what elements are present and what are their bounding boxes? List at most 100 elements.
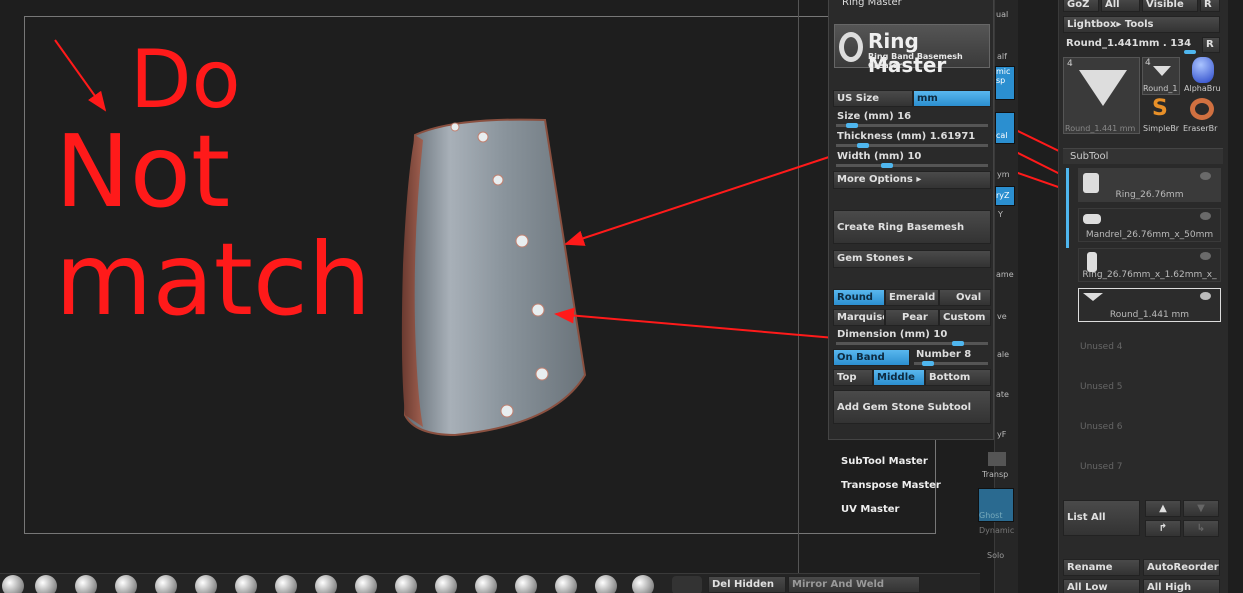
number-slider-knob[interactable]	[922, 361, 934, 366]
gem-stones-button[interactable]: Gem Stones ▸	[833, 250, 991, 268]
brush-slot[interactable]	[672, 576, 702, 593]
brush-icon[interactable]	[75, 575, 97, 593]
tool-thumb-round[interactable]: 4 Round_1.441 mm	[1063, 57, 1140, 134]
shape-emerald-button[interactable]: Emerald	[885, 289, 939, 306]
position-middle-button[interactable]: Middle	[873, 369, 925, 386]
dimension-slider-track[interactable]	[836, 341, 988, 346]
shelf-label[interactable]: ame	[996, 270, 1014, 279]
shelf-toggle[interactable]: ryZ	[995, 186, 1015, 206]
simple-brush-icon[interactable]: S	[1152, 98, 1174, 120]
position-top-button[interactable]: Top	[833, 369, 873, 386]
unused-slot[interactable]: Unused 7	[1080, 462, 1123, 472]
merge-up-button[interactable]: ↱	[1145, 520, 1181, 537]
shelf-toggle[interactable]: cal	[995, 112, 1015, 144]
dimension-slider-knob[interactable]	[952, 341, 964, 346]
brush-icon[interactable]	[2, 575, 24, 593]
add-gem-stone-button[interactable]: Add Gem Stone Subtool	[833, 390, 991, 424]
size-slider-knob[interactable]	[846, 123, 858, 128]
brush-icon[interactable]	[315, 575, 337, 593]
shape-oval-button[interactable]: Oval	[939, 289, 991, 306]
rename-button[interactable]: Rename	[1063, 559, 1140, 576]
shelf-label[interactable]: yF	[997, 430, 1006, 439]
shape-pear-button[interactable]: Pear	[885, 309, 939, 326]
thickness-slider-label[interactable]: Thickness (mm) 1.61971	[837, 131, 975, 142]
brush-icon[interactable]	[435, 575, 457, 593]
brush-icon[interactable]	[555, 575, 577, 593]
lightbox-tools-button[interactable]: Lightbox▸ Tools	[1063, 16, 1220, 33]
shelf-label[interactable]: Dynamic	[979, 526, 1014, 535]
brush-icon[interactable]	[475, 575, 497, 593]
brush-icon[interactable]	[395, 575, 417, 593]
subtool-row[interactable]: Mandrel_26.76mm_x_50mm	[1078, 208, 1221, 242]
list-all-button[interactable]: List All	[1063, 500, 1140, 536]
unused-slot[interactable]: Unused 4	[1080, 342, 1123, 352]
subtool-row[interactable]: Ring_26.76mm	[1078, 168, 1221, 202]
brush-icon[interactable]	[195, 575, 217, 593]
goz-all-button[interactable]: All	[1101, 0, 1140, 12]
dimension-slider-label[interactable]: Dimension (mm) 10	[837, 329, 947, 340]
shelf-label[interactable]: ual	[996, 10, 1008, 19]
more-options-button[interactable]: More Options ▸	[833, 171, 991, 189]
tool-panel-scroll[interactable]	[1228, 0, 1243, 593]
visibility-eye-icon[interactable]	[1200, 292, 1211, 300]
current-tool-label[interactable]: Round_1.441mm . 134	[1066, 38, 1191, 49]
width-slider-knob[interactable]	[881, 163, 893, 168]
visibility-eye-icon[interactable]	[1200, 212, 1211, 220]
width-slider-label[interactable]: Width (mm) 10	[837, 151, 921, 162]
shape-custom-button[interactable]: Custom	[939, 309, 991, 326]
shelf-label[interactable]: alf	[997, 52, 1007, 61]
del-hidden-button[interactable]: Del Hidden	[708, 576, 786, 593]
brush-icon[interactable]	[632, 575, 654, 593]
create-ring-button[interactable]: Create Ring Basemesh	[833, 210, 991, 244]
unused-slot[interactable]: Unused 5	[1080, 382, 1123, 392]
shelf-label[interactable]: ve	[997, 312, 1007, 321]
goz-r-button[interactable]: R	[1200, 0, 1220, 12]
shelf-label[interactable]: Solo	[987, 551, 1004, 560]
shelf-label[interactable]: Transp	[982, 470, 1008, 479]
merge-down-button[interactable]: ↳	[1183, 520, 1219, 537]
goz-visible-button[interactable]: Visible	[1142, 0, 1198, 12]
all-low-button[interactable]: All Low	[1063, 579, 1140, 593]
position-bottom-button[interactable]: Bottom	[925, 369, 991, 386]
tool-r-button[interactable]: R	[1202, 37, 1220, 53]
shape-marquise-button[interactable]: Marquise	[833, 309, 885, 326]
goz-button[interactable]: GoZ	[1063, 0, 1099, 12]
shelf-label[interactable]: ale	[997, 350, 1009, 359]
visibility-eye-icon[interactable]	[1200, 252, 1211, 260]
unused-slot[interactable]: Unused 6	[1080, 422, 1123, 432]
move-up-button[interactable]: ▲	[1145, 500, 1181, 517]
brush-icon[interactable]	[355, 575, 377, 593]
menu-subtool-master[interactable]: SubTool Master	[841, 456, 928, 467]
shelf-label[interactable]: ym	[997, 170, 1010, 179]
shelf-label[interactable]: ate	[996, 390, 1009, 399]
ghost-button[interactable]: Ghost	[978, 488, 1014, 522]
thickness-slider-knob[interactable]	[857, 143, 869, 148]
brush-icon[interactable]	[155, 575, 177, 593]
current-tool-slider-knob[interactable]	[1184, 50, 1196, 54]
shelf-label[interactable]: Y	[998, 210, 1003, 219]
mirror-weld-button[interactable]: Mirror And Weld	[788, 576, 920, 593]
visibility-eye-icon[interactable]	[1200, 172, 1211, 180]
brush-icon[interactable]	[595, 575, 617, 593]
menu-uv-master[interactable]: UV Master	[841, 504, 900, 515]
on-band-button[interactable]: On Band	[833, 349, 910, 366]
number-slider-track[interactable]	[914, 361, 988, 366]
brush-icon[interactable]	[275, 575, 297, 593]
brush-icon[interactable]	[35, 575, 57, 593]
mm-unit-button[interactable]: mm	[913, 90, 991, 107]
subtool-scroll-indicator[interactable]	[1066, 168, 1069, 248]
size-slider-label[interactable]: Size (mm) 16	[837, 111, 911, 122]
thickness-slider-track[interactable]	[836, 143, 988, 148]
menu-transpose-master[interactable]: Transpose Master	[841, 480, 941, 491]
width-slider-track[interactable]	[836, 163, 988, 168]
brush-icon[interactable]	[235, 575, 257, 593]
autoreorder-button[interactable]: AutoReorder	[1143, 559, 1220, 576]
size-slider-track[interactable]	[836, 123, 988, 128]
subtool-row[interactable]: Ring_26.76mm_x_1.62mm_x_	[1078, 248, 1221, 282]
us-size-button[interactable]: US Size	[833, 90, 913, 107]
eraser-brush-icon[interactable]	[1190, 98, 1214, 120]
move-down-button[interactable]: ▼	[1183, 500, 1219, 517]
subtool-row[interactable]: Round_1.441 mm	[1078, 288, 1221, 322]
alpha-brush-icon[interactable]	[1192, 57, 1214, 83]
all-high-button[interactable]: All High	[1143, 579, 1220, 593]
